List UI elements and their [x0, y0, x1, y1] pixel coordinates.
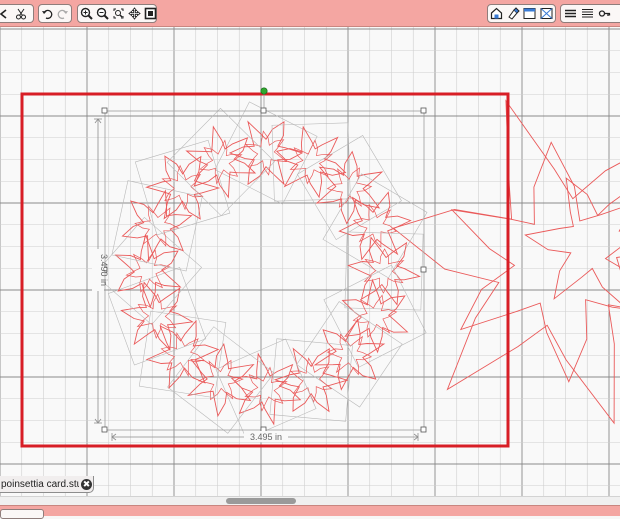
toolbar-group-zoom — [77, 4, 157, 23]
close-icon[interactable]: ✖ — [81, 478, 92, 490]
toolbar-group-history — [38, 4, 72, 23]
horizontal-scrollbar[interactable] — [0, 496, 620, 505]
height-dimension-label: 3.490 in — [99, 254, 109, 286]
home-icon[interactable] — [490, 7, 504, 21]
bottom-toolbar-group[interactable] — [0, 509, 44, 519]
resize-handle-right[interactable] — [420, 266, 427, 273]
toolbar-group-edit — [0, 4, 34, 23]
document-tab-bar: poinsettia card.stu... ✖ — [0, 474, 620, 496]
horizontal-scrollbar-thumb[interactable] — [226, 498, 296, 504]
key-icon[interactable] — [597, 7, 611, 21]
zoom-in-icon[interactable] — [80, 7, 93, 21]
zoom-out-icon[interactable] — [96, 7, 109, 21]
toolbar-group-arrange — [560, 4, 620, 23]
pan-icon[interactable] — [128, 7, 141, 21]
width-dimension-label: 3.495 in — [250, 432, 282, 442]
resize-handle-top-right[interactable] — [420, 107, 427, 114]
cut-icon[interactable] — [14, 7, 28, 21]
redo-icon[interactable] — [57, 7, 70, 21]
resize-handle-bottom-left[interactable] — [101, 426, 108, 433]
layout-icon[interactable] — [540, 7, 554, 21]
paint-icon[interactable] — [507, 7, 521, 21]
design-canvas[interactable]: 3.490 in 3.495 in — [0, 27, 620, 496]
bottom-toolbar — [0, 505, 620, 519]
fit-page-icon[interactable] — [144, 7, 157, 21]
document-tab[interactable]: poinsettia card.stu... ✖ — [0, 476, 94, 493]
undo-icon[interactable] — [41, 7, 54, 21]
window-icon[interactable] — [523, 7, 537, 21]
top-toolbar — [0, 0, 620, 27]
resize-handle-top-left[interactable] — [101, 107, 108, 114]
align-icon[interactable] — [563, 7, 577, 21]
back-icon[interactable] — [0, 7, 11, 21]
resize-handle-top[interactable] — [260, 107, 267, 114]
document-tab-label: poinsettia card.stu... — [1, 478, 79, 490]
resize-handle-bottom-right[interactable] — [420, 426, 427, 433]
distribute-icon[interactable] — [580, 7, 594, 21]
zoom-fit-icon[interactable] — [112, 7, 125, 21]
toolbar-group-view — [487, 4, 556, 23]
rotate-handle[interactable] — [260, 87, 268, 95]
